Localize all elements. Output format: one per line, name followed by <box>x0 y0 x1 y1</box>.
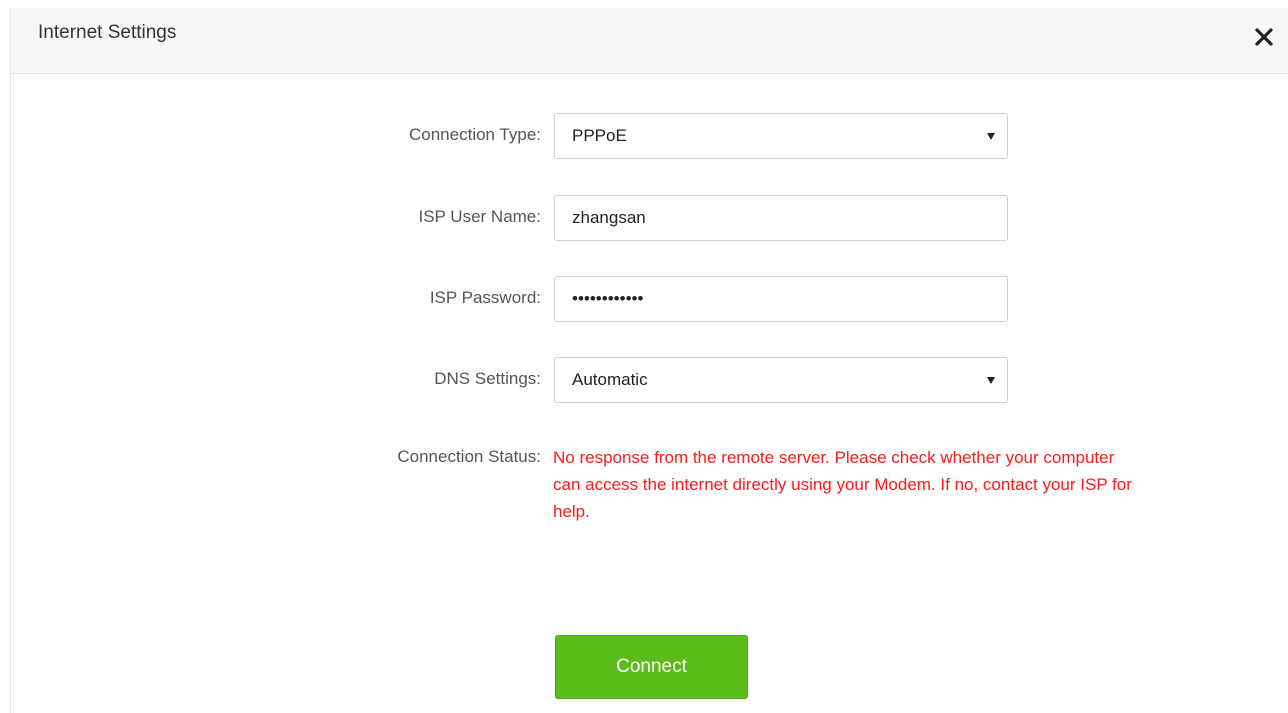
isp-user-name-label: ISP User Name: <box>418 207 541 226</box>
chevron-down-icon <box>987 377 995 384</box>
connect-button[interactable]: Connect <box>555 635 748 699</box>
isp-password-label: ISP Password: <box>429 288 541 307</box>
status-message-line: can access the internet directly using y… <box>553 475 1132 494</box>
close-icon[interactable] <box>1252 25 1276 49</box>
isp-password-input[interactable]: •••••••••••• <box>554 276 1008 322</box>
chevron-down-icon <box>987 133 995 140</box>
isp-user-name-value: zhangsan <box>572 208 646 227</box>
status-message-line: No response from the remote server. Plea… <box>553 448 1115 467</box>
dns-settings-select[interactable]: Automatic <box>554 357 1008 403</box>
connection-type-label: Connection Type: <box>409 125 541 144</box>
connection-status-message: No response from the remote server. Plea… <box>553 444 1253 525</box>
dns-settings-value: Automatic <box>572 370 648 389</box>
connection-type-value: PPPoE <box>572 126 627 145</box>
connection-type-select[interactable]: PPPoE <box>554 113 1008 159</box>
connection-status-label: Connection Status: <box>397 447 541 466</box>
internet-settings-dialog: Internet Settings Connection Type: PPPoE… <box>10 8 1288 713</box>
status-message-line: help. <box>553 502 590 521</box>
dialog-header: Internet Settings <box>11 8 1288 74</box>
dialog-title: Internet Settings <box>38 22 177 43</box>
isp-password-value: •••••••••••• <box>572 289 644 308</box>
isp-user-name-input[interactable]: zhangsan <box>554 195 1008 241</box>
dns-settings-label: DNS Settings: <box>434 369 541 388</box>
